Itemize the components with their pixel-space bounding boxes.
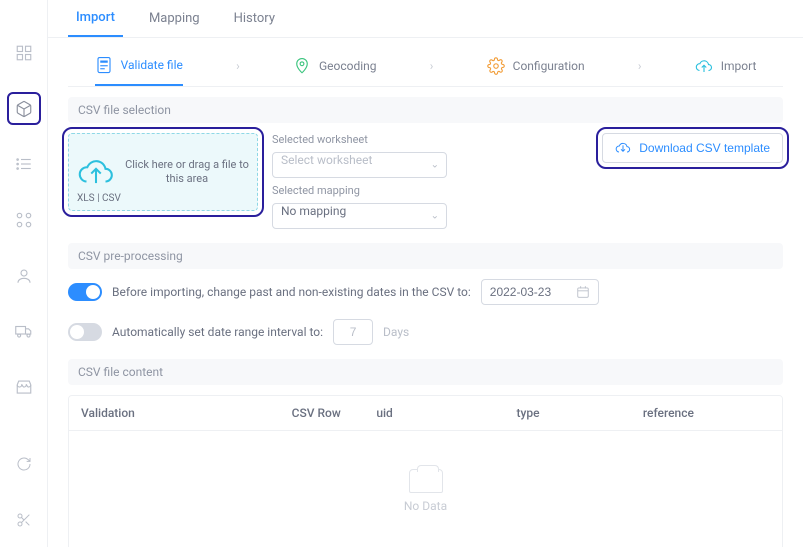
tab-label: History [234,11,275,26]
chevron-right-icon: › [430,59,434,83]
gear-icon [487,57,505,75]
empty-icon [409,469,443,493]
auto-range-label: Automatically set date range interval to… [112,325,323,339]
col-type[interactable]: type [504,396,630,431]
step-geocoding[interactable]: Geocoding [293,57,377,85]
step-import[interactable]: Import [695,57,757,85]
package-icon [15,100,33,118]
tab-history[interactable]: History [226,0,283,37]
chevron-right-icon: › [638,59,642,83]
list-icon [15,155,33,173]
mapping-label: Selected mapping [272,184,447,197]
chevron-right-icon: › [236,59,240,83]
date-input[interactable] [481,279,599,305]
no-data: No Data [69,469,782,513]
sidebar [0,0,48,547]
step-label: Geocoding [319,59,377,73]
tab-label: Mapping [149,11,200,26]
range-value-field[interactable] [333,319,373,345]
scissors-icon [16,512,32,528]
mapping-select[interactable]: No mapping [272,203,447,229]
sidebar-item-refresh[interactable] [7,448,41,482]
top-tabs: Import Mapping History [48,0,803,38]
toggle-auto-range[interactable] [68,323,102,341]
step-validate[interactable]: Validate file [95,56,183,86]
days-label: Days [383,325,409,339]
dropzone-sub: XLS | CSV [77,193,121,204]
calendar-icon [576,285,590,299]
step-label: Configuration [513,59,585,73]
section-preprocessing: CSV pre-processing [68,243,783,269]
worksheet-select[interactable]: Select worksheet [272,152,447,178]
step-configuration[interactable]: Configuration [487,57,585,85]
worksheet-label: Selected worksheet [272,133,447,146]
col-reference[interactable]: reference [631,396,758,431]
download-template-button[interactable]: Download CSV template [602,133,783,163]
sidebar-item-user[interactable] [7,259,41,293]
col-csvrow[interactable]: CSV Row [280,396,365,431]
download-template-label: Download CSV template [639,141,770,155]
stepper: Validate file › Geocoding › Configuratio… [68,48,783,87]
sidebar-item-list[interactable] [7,147,41,181]
sidebar-item-scissors[interactable] [7,503,41,537]
grid-icon [15,44,33,62]
sidebar-item-grid[interactable] [7,36,41,70]
toggle-change-dates[interactable] [68,283,102,301]
dropzone-text: Click here or drag a file to this area [125,158,249,187]
storefront-icon [15,378,33,396]
tab-import[interactable]: Import [68,0,123,37]
tab-label: Import [76,10,115,25]
csv-table: Validation CSV Row uid type reference [68,395,783,547]
user-icon [15,267,33,285]
step-label: Import [721,59,757,73]
file-dropzone[interactable]: Click here or drag a file to this area X… [68,133,258,211]
sidebar-item-truck[interactable] [7,314,41,348]
truck-icon [15,322,33,340]
refresh-icon [16,456,32,472]
data-icon [15,211,33,229]
col-uid[interactable]: uid [364,396,504,431]
section-content: CSV file content [68,359,783,385]
change-dates-label: Before importing, change past and non-ex… [112,285,471,299]
sidebar-item-package[interactable] [7,92,41,126]
section-file-selection: CSV file selection [68,97,783,123]
date-value-field[interactable] [490,285,568,299]
step-label: Validate file [121,58,183,72]
no-data-label: No Data [404,499,447,513]
col-validation[interactable]: Validation [69,396,280,431]
cloud-upload-icon [77,153,115,191]
cloud-upload-icon [695,57,713,75]
geocode-icon [293,57,311,75]
csv-file-icon [95,56,113,74]
tab-mapping[interactable]: Mapping [141,0,208,37]
cloud-download-icon [615,140,631,156]
sidebar-item-data[interactable] [7,203,41,237]
sidebar-item-store[interactable] [7,370,41,404]
